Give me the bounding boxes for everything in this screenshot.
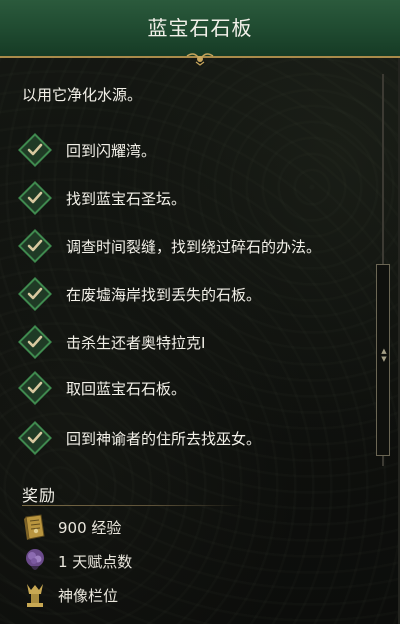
quest-description: 以用它净化水源。 [22,86,143,104]
scrollbar[interactable]: ▲ ▼ [376,74,390,466]
rewards-divider [22,505,242,506]
reward-item: 1 天赋点数 [22,546,132,576]
objective-item: 回到神谕者的住所去找巫女。 [18,420,261,456]
objective-text: 回到闪耀湾。 [66,141,157,160]
talent-point-icon [22,546,48,576]
reward-text: 1 天赋点数 [58,552,133,571]
objective-text: 取回蓝宝石石板。 [66,379,187,398]
objective-text: 在废墟海岸找到丢失的石板。 [66,285,262,304]
scrollbar-thumb[interactable]: ▲ ▼ [376,264,390,456]
reward-text: 神像栏位 [58,586,119,605]
objective-text: 击杀生还者奥特拉克I [66,333,206,352]
reward-item: 神像栏位 [22,580,118,610]
objective-item: 调查时间裂缝，找到绕过碎石的办法。 [18,228,321,264]
quest-title-bar: 蓝宝石石板 [0,0,400,66]
reward-item: 900 经验 [22,512,121,542]
grip-icon: ▲ ▼ [381,347,387,363]
objective-item: 在废墟海岸找到丢失的石板。 [18,276,261,312]
checkmark-icon [18,133,52,167]
checkmark-icon [18,325,52,359]
objective-text: 找到蓝宝石圣坛。 [66,189,187,208]
experience-book-icon [22,512,48,542]
objective-item: 回到闪耀湾。 [18,132,156,168]
checkmark-icon [18,421,52,455]
objective-item: 找到蓝宝石圣坛。 [18,180,186,216]
title-ornament-icon [186,53,214,66]
rewards-heading: 奖励 [22,486,57,505]
objective-text: 回到神谕者的住所去找巫女。 [66,429,262,448]
objective-item: 击杀生还者奥特拉克I [18,324,205,360]
objective-item: 取回蓝宝石石板。 [18,370,186,406]
idol-slot-icon [22,580,48,610]
quest-panel: 蓝宝石石板 以用它净化水源。 回到闪耀湾。 找到蓝宝石圣坛。 调查时间裂缝，找到… [0,0,400,624]
checkmark-icon [18,181,52,215]
reward-text: 900 经验 [58,518,122,537]
checkmark-icon [18,371,52,405]
checkmark-icon [18,229,52,263]
quest-title: 蓝宝石石板 [147,15,253,40]
objective-text: 调查时间裂缝，找到绕过碎石的办法。 [66,237,322,256]
checkmark-icon [18,277,52,311]
